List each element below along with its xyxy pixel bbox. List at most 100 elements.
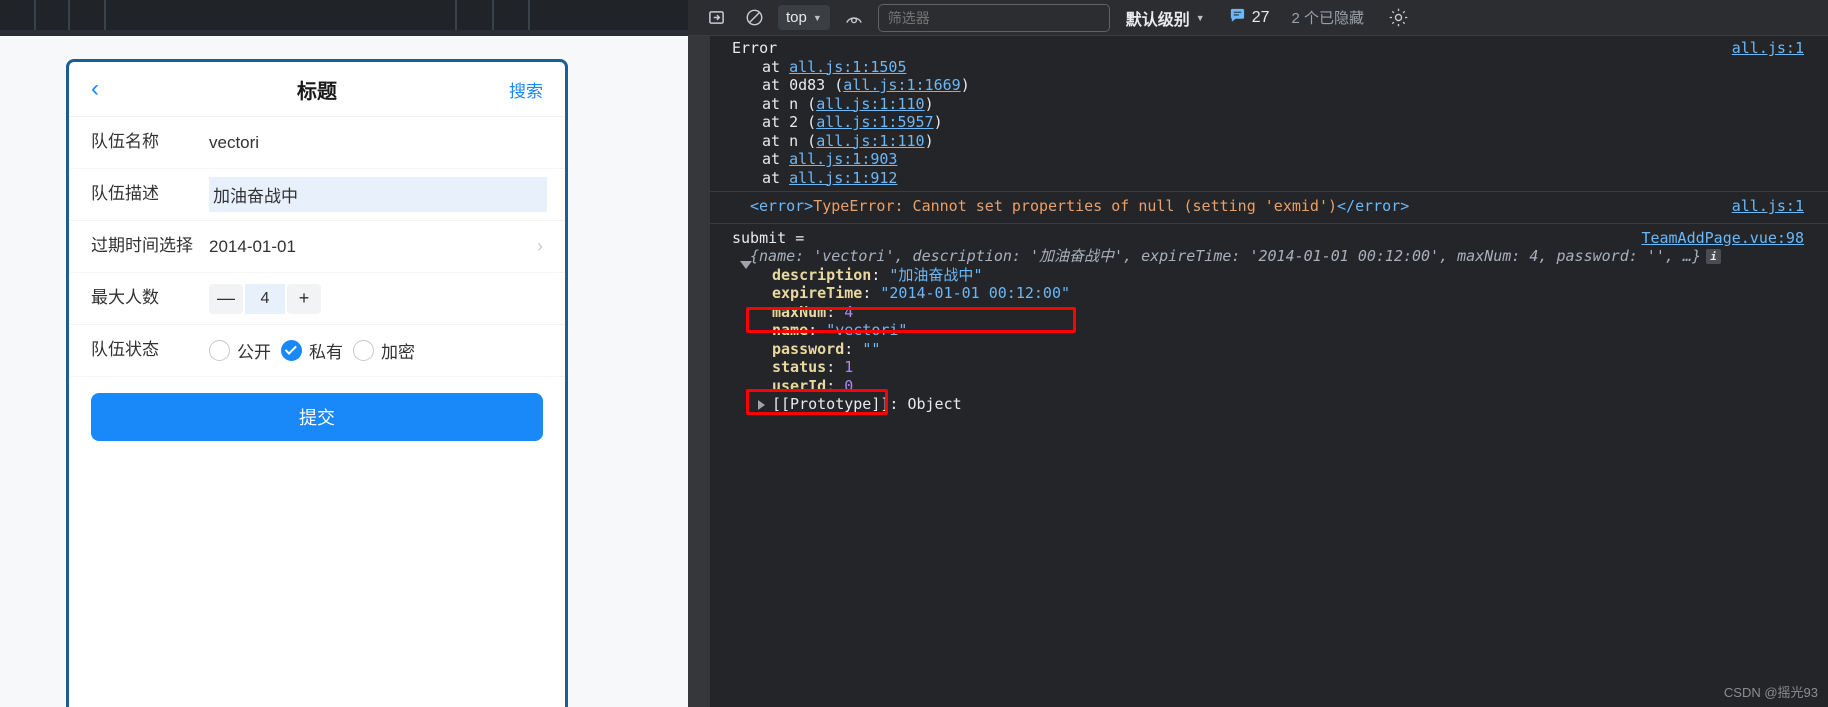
live-expression-icon[interactable]: [840, 5, 868, 31]
message-source-link[interactable]: all.js:1: [1732, 197, 1804, 216]
property-value: "加油奋战中": [889, 265, 983, 284]
stack-link[interactable]: all.js:1:912: [789, 169, 897, 187]
settings-gear-icon[interactable]: [1384, 5, 1412, 31]
object-property-row[interactable]: description: "加油奋战中": [710, 266, 1828, 285]
radio-circle-icon[interactable]: [353, 340, 374, 361]
console-toolbar: top ▼ 默认级别 ▼ 27: [688, 0, 1828, 36]
console-message-list[interactable]: all.js:1 Error at all.js:1:1505 at 0d83 …: [688, 36, 1828, 707]
submit-button[interactable]: 提交: [91, 393, 543, 441]
error-title: Error: [732, 39, 778, 57]
log-level-label: 默认级别: [1125, 11, 1190, 29]
error-message-text: TypeError: Cannot set properties of null…: [813, 197, 1338, 215]
field-row-team-status: 队伍状态 公开 私有 加密: [69, 325, 565, 377]
mobile-page-card: ‹ 标题 搜索 队伍名称 vectori 队伍描述 加油奋战中 过期时间选择 2…: [66, 59, 568, 707]
property-name: password: [772, 339, 845, 358]
field-label: 队伍名称: [91, 132, 159, 152]
message-count: 27: [1251, 8, 1270, 26]
property-name: status: [772, 358, 827, 376]
info-badge-icon[interactable]: i: [1706, 249, 1721, 264]
expire-time-value[interactable]: 2014-01-01: [209, 237, 537, 257]
team-description-input[interactable]: 加油奋战中: [209, 177, 547, 212]
radio-circle-icon[interactable]: [209, 340, 230, 361]
stepper-value-input[interactable]: 4: [245, 283, 285, 314]
property-name: maxNum: [772, 302, 827, 321]
clear-console-icon[interactable]: [740, 5, 768, 31]
property-value: "vectori": [826, 321, 908, 339]
hidden-messages-label[interactable]: 2 个已隐藏: [1292, 7, 1365, 28]
field-label: 队伍描述: [91, 184, 159, 204]
screenshot-root: ‹ 标题 搜索 队伍名称 vectori 队伍描述 加油奋战中 过期时间选择 2…: [0, 0, 1828, 707]
radio-label: 私有: [309, 343, 343, 362]
team-name-input[interactable]: vectori: [209, 133, 543, 153]
radio-option-private[interactable]: 私有: [281, 338, 343, 363]
console-prompt[interactable]: ›: [688, 429, 1828, 449]
error-close-tag: </error>: [1337, 197, 1410, 215]
expand-right-triangle-icon[interactable]: [758, 399, 765, 410]
quantity-stepper[interactable]: — 4 +: [209, 283, 321, 314]
app-preview-pane: ‹ 标题 搜索 队伍名称 vectori 队伍描述 加油奋战中 过期时间选择 2…: [0, 0, 688, 707]
property-value: "": [862, 339, 881, 358]
object-prototype-row[interactable]: [[Prototype]]: Object: [710, 395, 1828, 414]
message-source-link[interactable]: TeamAddPage.vue:98: [1641, 229, 1804, 248]
devtools-console-panel: top ▼ 默认级别 ▼ 27: [688, 0, 1828, 707]
object-property-row[interactable]: password: "": [710, 340, 1828, 359]
stepper-minus-button[interactable]: —: [209, 283, 243, 314]
page-title: 标题: [297, 80, 337, 103]
execution-context-selector[interactable]: top ▼: [778, 5, 830, 30]
stack-frame: at all.js:1:903: [762, 150, 898, 168]
object-property-row[interactable]: maxNum: 4: [710, 303, 1828, 322]
console-message-object-log[interactable]: TeamAddPage.vue:98 submit = {name: 'vect…: [710, 224, 1828, 418]
error-open-tag: <error>: [750, 197, 814, 215]
chevron-right-icon[interactable]: ›: [537, 236, 543, 257]
console-message-error-stack[interactable]: all.js:1 Error at all.js:1:1505 at 0d83 …: [710, 36, 1828, 192]
property-value: "2014-01-01 00:12:00": [880, 284, 1071, 302]
chevron-down-icon: ▼: [812, 12, 822, 23]
field-label: 过期时间选择: [91, 236, 193, 256]
stack-frame: at 0d83 (all.js:1:1669): [762, 76, 970, 94]
object-preview: {name: 'vectori', description: '加油奋战中', …: [710, 247, 1828, 266]
browser-chrome-bar: [0, 0, 688, 36]
object-property-row[interactable]: expireTime: "2014-01-01 00:12:00": [710, 284, 1828, 303]
stack-link[interactable]: all.js:1:903: [789, 150, 897, 168]
object-property-row[interactable]: userId: 0: [710, 377, 1828, 396]
field-row-team-description[interactable]: 队伍描述 加油奋战中: [69, 169, 565, 221]
property-value: 0: [844, 376, 854, 395]
console-gutter: [688, 36, 710, 707]
radio-option-encrypted[interactable]: 加密: [353, 338, 415, 363]
stack-link[interactable]: all.js:1:110: [816, 95, 924, 113]
stack-link[interactable]: all.js:1:110: [816, 132, 924, 150]
console-filter-input[interactable]: [877, 3, 1110, 32]
object-property-row[interactable]: status: 1: [710, 358, 1828, 377]
field-row-max-num[interactable]: 最大人数 — 4 +: [69, 273, 565, 325]
radio-option-public[interactable]: 公开: [209, 338, 271, 363]
console-message-type-error[interactable]: all.js:1 <error>TypeError: Cannot set pr…: [710, 192, 1828, 224]
message-count-indicator[interactable]: 27: [1229, 7, 1270, 29]
stack-frame: at all.js:1:1505: [762, 57, 907, 76]
log-level-selector[interactable]: 默认级别 ▼: [1126, 6, 1205, 30]
search-link[interactable]: 搜索: [509, 77, 543, 102]
radio-label: 公开: [237, 343, 271, 362]
error-text-line: <error>TypeError: Cannot set properties …: [710, 197, 1828, 216]
radio-label: 加密: [381, 343, 415, 362]
field-row-expire-time[interactable]: 过期时间选择 2014-01-01 ›: [69, 221, 565, 273]
stack-link[interactable]: all.js:1:5957: [816, 113, 933, 131]
object-property-row[interactable]: name: "vectori": [710, 321, 1828, 340]
stack-link[interactable]: all.js:1:1505: [789, 58, 906, 76]
field-row-team-name[interactable]: 队伍名称 vectori: [69, 117, 565, 169]
property-name: expireTime: [772, 284, 863, 302]
execution-context-label: top: [786, 9, 807, 26]
radio-checked-icon[interactable]: [281, 340, 302, 361]
chevron-left-icon[interactable]: ‹: [91, 77, 121, 101]
property-value: 4: [844, 302, 854, 321]
chevron-down-icon: ▼: [1195, 12, 1205, 23]
console-sidebar-icon[interactable]: [702, 5, 730, 31]
message-source-link[interactable]: all.js:1: [1732, 39, 1804, 58]
status-radio-group: 公开 私有 加密: [209, 338, 415, 363]
field-label: 队伍状态: [91, 340, 159, 360]
mobile-nav-bar: ‹ 标题 搜索: [69, 62, 565, 117]
stack-link[interactable]: all.js:1:1669: [843, 76, 960, 94]
stepper-plus-button[interactable]: +: [287, 283, 321, 314]
property-name: name: [772, 321, 809, 339]
property-name: description: [772, 265, 872, 284]
submit-button-container: 提交: [69, 377, 565, 441]
